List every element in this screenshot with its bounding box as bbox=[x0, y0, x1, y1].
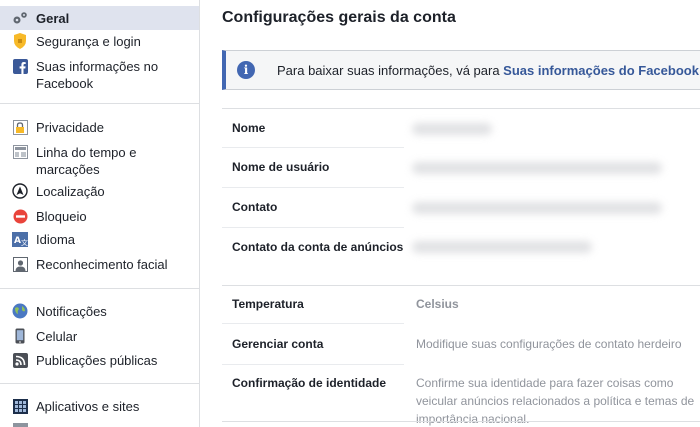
setting-label: Gerenciar conta bbox=[232, 337, 324, 351]
sidebar-item-label: Geral bbox=[36, 11, 70, 26]
sidebar-item-apps[interactable]: Aplicativos e sites bbox=[0, 398, 199, 415]
sidebar-item-label: Privacidade bbox=[36, 120, 104, 135]
block-icon bbox=[12, 208, 28, 224]
sidebar-item-label: Idioma bbox=[36, 232, 76, 247]
facebook-icon bbox=[12, 58, 28, 74]
settings-sidebar: Geral Segurança e login Suas informações… bbox=[0, 0, 200, 427]
blurred-value bbox=[412, 241, 592, 253]
setting-label: Confirmação de identidade bbox=[232, 376, 387, 390]
sidebar-item-label: Suas informações no Facebook bbox=[36, 59, 159, 91]
blurred-value bbox=[412, 123, 492, 135]
manage-account-value: Modifique suas configurações de contato … bbox=[416, 337, 682, 351]
sidebar-item-blocking[interactable]: Bloqueio bbox=[0, 208, 199, 225]
setting-row-ads-contact[interactable]: Contato da conta de anúncios bbox=[222, 228, 700, 285]
main-content: Configurações gerais da conta i Para bai… bbox=[200, 0, 700, 427]
svg-text:文: 文 bbox=[21, 238, 28, 247]
apps-icon bbox=[12, 398, 28, 414]
sidebar-divider bbox=[0, 288, 199, 289]
info-message: Para baixar suas informações, vá para bbox=[277, 62, 504, 78]
setting-label: Nome de usuário bbox=[232, 160, 330, 174]
sidebar-item-language[interactable]: A文 Idioma bbox=[0, 231, 199, 248]
sidebar-item-security[interactable]: Segurança e login bbox=[0, 33, 199, 50]
info-banner: i Para baixar suas informações, vá para … bbox=[222, 50, 700, 90]
sidebar-item-label: Notificações bbox=[36, 304, 107, 319]
shield-icon bbox=[12, 33, 28, 49]
sidebar-item-privacy[interactable]: Privacidade bbox=[0, 119, 199, 136]
sidebar-item-your-info[interactable]: Suas informações no Facebook bbox=[0, 58, 199, 92]
info-text: Para baixar suas informações, vá para Su… bbox=[277, 63, 699, 78]
language-icon: A文 bbox=[12, 231, 28, 247]
sidebar-item-label: Celular bbox=[36, 329, 78, 344]
sidebar-item-geral[interactable]: Geral bbox=[0, 6, 199, 30]
temperature-value: Celsius bbox=[416, 297, 459, 311]
sidebar-item-face-recognition[interactable]: Reconhecimento facial bbox=[0, 256, 199, 273]
setting-row-manage-account[interactable]: Gerenciar conta Modifique suas configura… bbox=[222, 324, 700, 365]
sidebar-item-label: Localização bbox=[36, 184, 105, 199]
setting-row-identity[interactable]: Confirmação de identidade Confirme sua i… bbox=[222, 365, 700, 426]
sidebar-item-partial bbox=[0, 422, 199, 427]
setting-row-username[interactable]: Nome de usuário bbox=[222, 148, 700, 188]
sidebar-item-label: Publicações públicas bbox=[36, 353, 158, 368]
partial-icon bbox=[12, 422, 28, 427]
sidebar-item-mobile[interactable]: Celular bbox=[0, 328, 199, 345]
lock-icon bbox=[12, 119, 28, 135]
identity-value: Confirme sua identidade para fazer coisa… bbox=[416, 376, 695, 426]
sidebar-item-label: Linha do tempo e marcações bbox=[36, 145, 137, 177]
setting-label: Nome bbox=[232, 121, 266, 135]
svg-text:A: A bbox=[14, 236, 21, 246]
info-icon: i bbox=[237, 61, 255, 79]
mobile-icon bbox=[12, 328, 28, 344]
globe-icon bbox=[12, 303, 28, 319]
sidebar-item-timeline[interactable]: Linha do tempo e marcações bbox=[0, 144, 199, 178]
location-icon bbox=[12, 183, 28, 199]
page-title: Configurações gerais da conta bbox=[222, 9, 456, 26]
sidebar-divider bbox=[0, 383, 199, 384]
blurred-value bbox=[412, 202, 662, 214]
section-divider bbox=[222, 421, 700, 422]
timeline-icon bbox=[12, 144, 28, 160]
sidebar-item-notifications[interactable]: Notificações bbox=[0, 303, 199, 320]
gear-icon bbox=[12, 10, 28, 26]
sidebar-divider bbox=[0, 103, 199, 104]
sidebar-item-label: Segurança e login bbox=[36, 34, 141, 49]
setting-row-temperature[interactable]: Temperatura Celsius bbox=[222, 286, 700, 324]
face-recognition-icon bbox=[12, 256, 28, 272]
setting-label: Contato da conta de anúncios bbox=[232, 240, 404, 254]
setting-label: Temperatura bbox=[232, 297, 304, 311]
your-facebook-info-link[interactable]: Suas informações do Facebook bbox=[503, 63, 699, 78]
setting-label: Contato bbox=[232, 200, 278, 214]
sidebar-item-label: Aplicativos e sites bbox=[36, 399, 140, 414]
sidebar-item-label: Bloqueio bbox=[36, 209, 87, 224]
sidebar-item-location[interactable]: Localização bbox=[0, 183, 199, 200]
sidebar-item-label: Reconhecimento facial bbox=[36, 257, 168, 272]
blurred-value bbox=[412, 162, 662, 174]
setting-row-name[interactable]: Nome bbox=[222, 108, 700, 148]
sidebar-item-public-posts[interactable]: Publicações públicas bbox=[0, 352, 199, 369]
setting-row-contact[interactable]: Contato bbox=[222, 188, 700, 228]
rss-icon bbox=[12, 352, 28, 368]
